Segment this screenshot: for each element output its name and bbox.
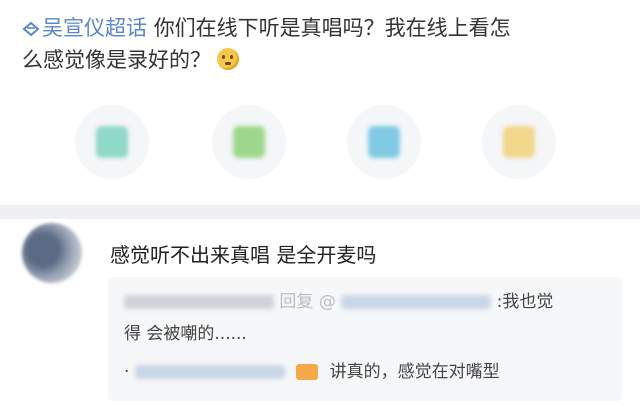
- reply-box[interactable]: 回复 @ :我也觉 得 会被嘲的...... · 讲真的，感觉在对嘴型: [108, 277, 622, 401]
- qzone-share-icon: [503, 126, 535, 158]
- blurred-mention: [341, 295, 492, 309]
- reply-line-3: · 讲真的，感觉在对嘴型: [124, 357, 500, 382]
- reply-bullet: ·: [124, 362, 130, 382]
- reply-line-2: 得 会被嘲的......: [124, 319, 247, 344]
- moments-share-icon: [233, 126, 265, 158]
- share-qzone-button[interactable]: [482, 105, 556, 179]
- super-topic-icon: [22, 21, 40, 37]
- post-card: 吴宣仪超话 你们在线下听是真唱吗？我在线上看怎 么感觉像是录好的？: [0, 0, 640, 205]
- wechat-share-icon: [96, 126, 128, 158]
- post-body-line2: 么感觉像是录好的？: [22, 48, 211, 72]
- qq-share-icon: [368, 126, 400, 158]
- section-divider: [0, 205, 640, 219]
- reply-line-1: 回复 @ :我也觉: [124, 287, 553, 312]
- post-text: 吴宣仪超话 你们在线下听是真唱吗？我在线上看怎 么感觉像是录好的？: [22, 12, 622, 76]
- share-qq-button[interactable]: [347, 105, 421, 179]
- comment-item: 感觉听不出来真唱 是全开麦吗 回复 @ :我也觉 得 会被嘲的...... · …: [0, 219, 640, 412]
- member-badge-icon: [296, 364, 319, 380]
- post-body-line1: 你们在线下听是真唱吗？我在线上看怎: [153, 16, 511, 40]
- blurred-username: [124, 295, 274, 309]
- share-row: [0, 105, 640, 185]
- at-sign: @: [318, 292, 336, 312]
- thinking-emoji-icon: [217, 48, 239, 70]
- blurred-username-2: [134, 365, 285, 379]
- reply-text-1: :我也觉: [496, 292, 554, 312]
- reply-keyword: 回复: [279, 292, 314, 312]
- reply-text-2: 得 会被嘲的......: [124, 324, 247, 344]
- share-moments-button[interactable]: [212, 105, 286, 179]
- reply-text-3: 讲真的，感觉在对嘴型: [329, 362, 500, 382]
- share-wechat-button[interactable]: [75, 105, 149, 179]
- topic-link[interactable]: 吴宣仪超话: [22, 16, 154, 40]
- comment-text: 感觉听不出来真唱 是全开麦吗: [110, 243, 377, 267]
- avatar[interactable]: [22, 223, 82, 283]
